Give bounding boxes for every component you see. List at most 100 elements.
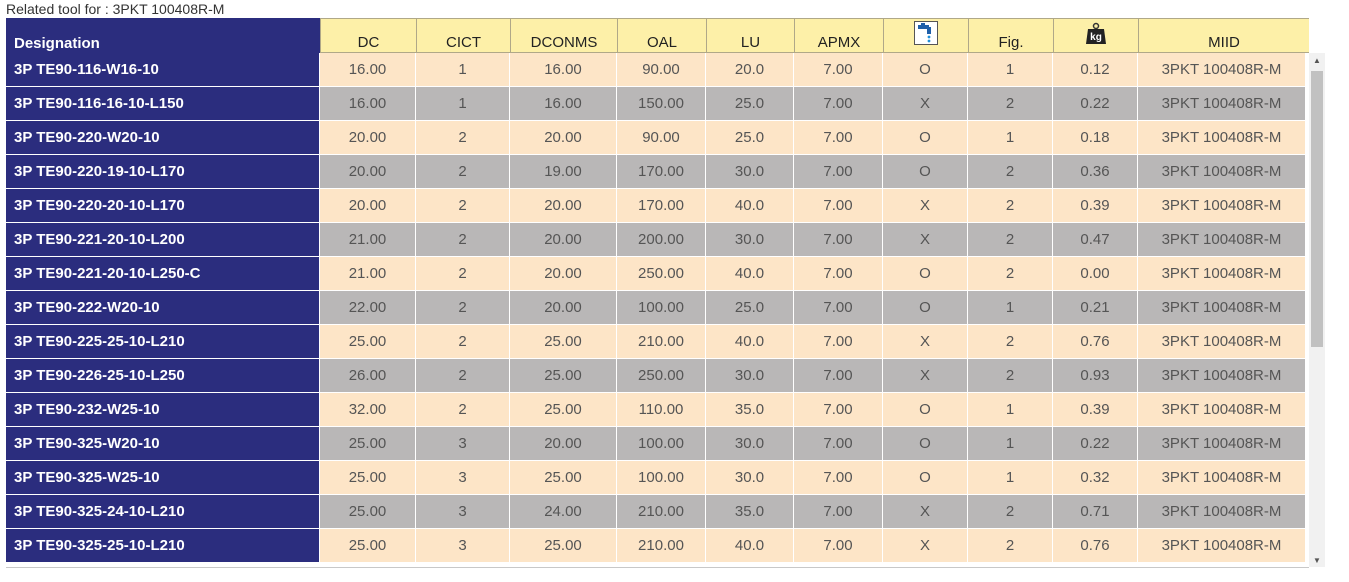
cell-dconms: 16.00	[510, 53, 617, 87]
cell-miid: 3PKT 100408R-M	[1138, 87, 1306, 121]
cell-designation[interactable]: 3P TE90-221-20-10-L250-C	[6, 257, 320, 291]
cell-lu: 30.0	[706, 461, 794, 495]
cell-weight: 0.22	[1053, 87, 1138, 121]
column-header-designation[interactable]: Designation	[6, 18, 320, 53]
cell-designation[interactable]: 3P TE90-325-W25-10	[6, 461, 320, 495]
cell-dconms: 25.00	[510, 393, 617, 427]
table-row[interactable]: 3P TE90-116-W16-10 16.00 1 16.00 90.00 20.0 7.…	[6, 53, 1309, 87]
cell-fig: 2	[968, 155, 1053, 189]
cell-fig: 1	[968, 53, 1053, 87]
cell-designation[interactable]: 3P TE90-325-25-10-L210	[6, 529, 320, 563]
scrollbar-thumb[interactable]	[1311, 71, 1323, 347]
cell-coolant: X	[883, 529, 968, 563]
cell-designation[interactable]: 3P TE90-325-W20-10	[6, 427, 320, 461]
cell-designation[interactable]: 3P TE90-222-W20-10	[6, 291, 320, 325]
cell-designation[interactable]: 3P TE90-325-24-10-L210	[6, 495, 320, 529]
cell-designation[interactable]: 3P TE90-225-25-10-L210	[6, 325, 320, 359]
cell-dc: 21.00	[320, 257, 416, 291]
cell-weight: 0.39	[1053, 393, 1138, 427]
cell-fig: 1	[968, 291, 1053, 325]
cell-fig: 1	[968, 121, 1053, 155]
cell-oal: 210.00	[617, 325, 706, 359]
column-header-oal[interactable]: OAL	[617, 18, 706, 53]
cell-miid: 3PKT 100408R-M	[1138, 325, 1306, 359]
column-header-coolant[interactable]	[883, 18, 968, 53]
cell-cict: 2	[416, 189, 510, 223]
cell-apmx: 7.00	[794, 359, 883, 393]
column-header-cict[interactable]: CICT	[416, 18, 510, 53]
cell-fig: 2	[968, 359, 1053, 393]
cell-coolant: O	[883, 257, 968, 291]
table-row[interactable]: 3P TE90-220-20-10-L170 20.00 2 20.00 170.00 4…	[6, 189, 1309, 223]
column-header-miid[interactable]: MIID	[1138, 18, 1309, 53]
table-row[interactable]: 3P TE90-220-19-10-L170 20.00 2 19.00 170.00 3…	[6, 155, 1309, 189]
column-header-label: LU	[740, 34, 761, 51]
cell-apmx: 7.00	[794, 291, 883, 325]
cell-dc: 25.00	[320, 461, 416, 495]
table-row[interactable]: 3P TE90-325-W20-10 25.00 3 20.00 100.00 30.0 7…	[6, 427, 1309, 461]
table-header: Designation DC CICT DCONMS OAL LU APMX Fig. kg MI…	[6, 18, 1312, 53]
table-row[interactable]: 3P TE90-221-20-10-L200 21.00 2 20.00 200.00 3…	[6, 223, 1309, 257]
cell-dconms: 24.00	[510, 495, 617, 529]
column-header-label: DCONMS	[530, 34, 598, 51]
cell-fig: 1	[968, 427, 1053, 461]
cell-oal: 210.00	[617, 495, 706, 529]
cell-miid: 3PKT 100408R-M	[1138, 121, 1306, 155]
cell-fig: 2	[968, 223, 1053, 257]
column-header-dc[interactable]: DC	[320, 18, 416, 53]
tool-table-body: 3P TE90-116-W16-10 16.00 1 16.00 90.00 20.0 7.…	[6, 53, 1309, 567]
column-header-apmx[interactable]: APMX	[794, 18, 883, 53]
table-row[interactable]: 3P TE90-116-16-10-L150 16.00 1 16.00 150.00 2…	[6, 87, 1309, 121]
cell-apmx: 7.00	[794, 257, 883, 291]
cell-designation[interactable]: 3P TE90-220-W20-10	[6, 121, 320, 155]
cell-cict: 2	[416, 359, 510, 393]
cell-designation[interactable]: 3P TE90-220-20-10-L170	[6, 189, 320, 223]
cell-oal: 250.00	[617, 359, 706, 393]
column-header-label: APMX	[817, 34, 861, 51]
table-row[interactable]: 3P TE90-222-W20-10 22.00 2 20.00 100.00 25.0 7…	[6, 291, 1309, 325]
cell-cict: 2	[416, 257, 510, 291]
cell-weight: 0.21	[1053, 291, 1138, 325]
cell-apmx: 7.00	[794, 87, 883, 121]
cell-miid: 3PKT 100408R-M	[1138, 53, 1306, 87]
table-row[interactable]: 3P TE90-226-25-10-L250 26.00 2 25.00 250.00 3…	[6, 359, 1309, 393]
cell-coolant: X	[883, 189, 968, 223]
cell-oal: 250.00	[617, 257, 706, 291]
cell-dc: 16.00	[320, 53, 416, 87]
column-header-label: OAL	[646, 34, 677, 51]
cell-weight: 0.32	[1053, 461, 1138, 495]
cell-dc: 21.00	[320, 223, 416, 257]
cell-designation[interactable]: 3P TE90-220-19-10-L170	[6, 155, 320, 189]
cell-fig: 1	[968, 461, 1053, 495]
table-row[interactable]: 3P TE90-225-25-10-L210 25.00 2 25.00 210.00 4…	[6, 325, 1309, 359]
cell-oal: 110.00	[617, 393, 706, 427]
cell-miid: 3PKT 100408R-M	[1138, 223, 1306, 257]
cell-lu: 35.0	[706, 495, 794, 529]
cell-oal: 170.00	[617, 155, 706, 189]
cell-weight: 0.36	[1053, 155, 1138, 189]
column-header-weight[interactable]: kg	[1053, 18, 1138, 53]
column-header-lu[interactable]: LU	[706, 18, 794, 53]
cell-lu: 20.0	[706, 53, 794, 87]
column-header-dconms[interactable]: DCONMS	[510, 18, 617, 53]
column-header-fig[interactable]: Fig.	[968, 18, 1053, 53]
cell-designation[interactable]: 3P TE90-116-W16-10	[6, 53, 320, 87]
table-row[interactable]: 3P TE90-325-24-10-L210 25.00 3 24.00 210.00 3…	[6, 495, 1309, 529]
cell-designation[interactable]: 3P TE90-232-W25-10	[6, 393, 320, 427]
vertical-scrollbar[interactable]: ▲ ▼	[1309, 53, 1325, 567]
table-row[interactable]: 3P TE90-325-25-10-L210 25.00 3 25.00 210.00 4…	[6, 529, 1309, 563]
cell-weight: 0.93	[1053, 359, 1138, 393]
cell-cict: 3	[416, 427, 510, 461]
table-row[interactable]: 3P TE90-220-W20-10 20.00 2 20.00 90.00 25.0 7.…	[6, 121, 1309, 155]
table-row[interactable]: 3P TE90-232-W25-10 32.00 2 25.00 110.00 35.0 7…	[6, 393, 1309, 427]
cell-weight: 0.18	[1053, 121, 1138, 155]
cell-designation[interactable]: 3P TE90-116-16-10-L150	[6, 87, 320, 121]
cell-dconms: 20.00	[510, 121, 617, 155]
scroll-down-arrow-icon[interactable]: ▼	[1309, 553, 1325, 567]
table-row[interactable]: 3P TE90-325-W25-10 25.00 3 25.00 100.00 30.0 7…	[6, 461, 1309, 495]
cell-designation[interactable]: 3P TE90-226-25-10-L250	[6, 359, 320, 393]
scroll-up-arrow-icon[interactable]: ▲	[1309, 53, 1325, 67]
cell-designation[interactable]: 3P TE90-221-20-10-L200	[6, 223, 320, 257]
table-row[interactable]: 3P TE90-221-20-10-L250-C 21.00 2 20.00 250.0…	[6, 257, 1309, 291]
cell-coolant: O	[883, 427, 968, 461]
